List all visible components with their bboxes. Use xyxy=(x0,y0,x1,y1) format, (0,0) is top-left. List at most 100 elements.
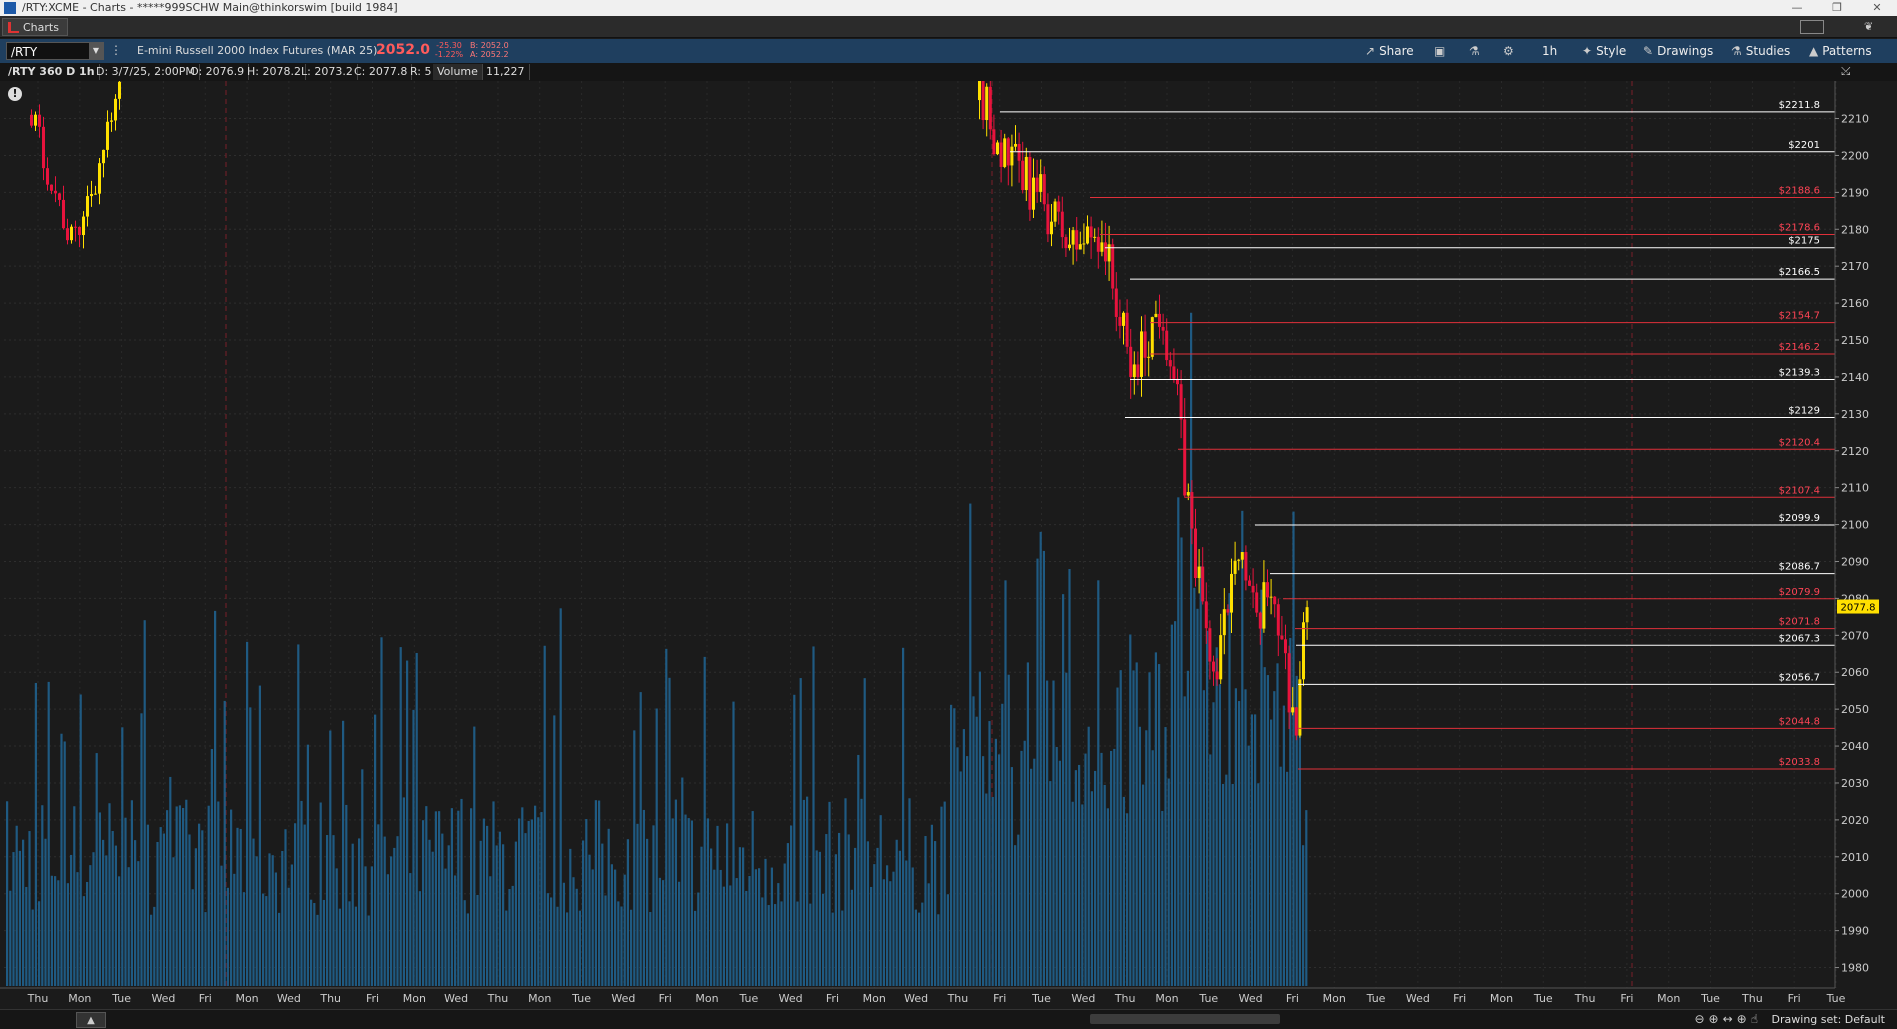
candle-body xyxy=(1183,419,1187,496)
volume-bar xyxy=(1266,675,1269,986)
candle-body xyxy=(1208,628,1212,662)
volume-bar xyxy=(246,641,249,986)
volume-bar xyxy=(889,881,892,986)
volume-bar xyxy=(406,660,409,986)
volume-bar xyxy=(1020,750,1023,986)
share-label: Share xyxy=(1379,44,1414,58)
volume-label[interactable]: Volume xyxy=(433,64,483,80)
volume-bar xyxy=(1206,630,1209,986)
volume-bar xyxy=(674,799,677,986)
style-icon: ✦ xyxy=(1582,44,1593,58)
volume-bar xyxy=(729,885,732,986)
volume-bar xyxy=(1234,688,1237,986)
candle-body xyxy=(42,126,45,169)
volume-bar xyxy=(521,807,524,986)
candle-body xyxy=(1305,607,1309,623)
volume-bar xyxy=(658,877,661,986)
collapse-icon[interactable]: ⤩ xyxy=(1841,64,1851,79)
time-tick-label: Mon xyxy=(1490,992,1513,1005)
volume-bar xyxy=(338,908,341,986)
volume-bar xyxy=(105,855,108,986)
volume-bar xyxy=(434,811,437,986)
volume-bar xyxy=(415,652,418,986)
link-icon[interactable]: ⋮ xyxy=(110,43,122,57)
candle-body xyxy=(1064,237,1068,249)
candle-body xyxy=(1024,156,1028,191)
price-chart[interactable]: $2211.8 $2201 $2188.6 $2178.6 $2175 $2166.5 $2… xyxy=(0,81,1897,1029)
time-tick-label: Fri xyxy=(1286,992,1299,1005)
restore-icon[interactable]: ❐ xyxy=(1817,0,1857,16)
volume-bar xyxy=(918,912,921,986)
timeframe-button[interactable]: 1h xyxy=(1542,42,1557,60)
volume-bar xyxy=(127,867,130,986)
drawings-button[interactable]: ✎ Drawings xyxy=(1643,42,1713,60)
time-tick-label: Mon xyxy=(863,992,886,1005)
volume-bar xyxy=(1193,587,1196,986)
time-tick-label: Fri xyxy=(1788,992,1801,1005)
volume-bar xyxy=(217,801,220,986)
volume-bar xyxy=(1068,569,1071,986)
volume-bar xyxy=(559,608,562,986)
volume-bar xyxy=(790,825,793,986)
candle-body xyxy=(1204,601,1208,629)
studies-button[interactable]: ⚗ Studies xyxy=(1731,42,1790,60)
volume-bar xyxy=(866,841,869,986)
zoom-controls[interactable]: ⊖⊕↔⊕☝ xyxy=(1694,1012,1762,1026)
candle-body xyxy=(1230,573,1233,613)
minimize-icon[interactable]: — xyxy=(1777,0,1817,16)
volume-bar xyxy=(249,707,252,986)
candle-body xyxy=(70,226,73,241)
volume-bar xyxy=(761,897,764,986)
symbol-input[interactable]: /RTY ▼ xyxy=(6,42,104,60)
volume-bar xyxy=(1036,558,1039,986)
chevron-down-icon[interactable]: ▼ xyxy=(89,43,103,59)
volume-bar xyxy=(649,912,652,986)
volume-bar xyxy=(76,872,79,986)
volume-bar xyxy=(1228,593,1231,986)
horizontal-scrollbar[interactable] xyxy=(1090,1014,1280,1024)
volume-bar xyxy=(287,887,290,986)
candle-body xyxy=(1258,612,1262,629)
snapshot-button[interactable]: ▣ xyxy=(1434,42,1449,60)
volume-bar xyxy=(454,875,457,986)
share-button[interactable]: ↗ Share xyxy=(1365,42,1414,60)
volume-bar xyxy=(210,749,213,986)
volume-bar xyxy=(50,875,53,986)
volume-bar xyxy=(786,843,789,986)
tab-bar: Charts ❦ xyxy=(0,16,1897,38)
volume-bar xyxy=(834,854,837,986)
time-tick-label: Tue xyxy=(738,992,758,1005)
volume-bar xyxy=(825,834,828,986)
volume-bar xyxy=(1270,719,1273,986)
flask-button[interactable]: ⚗ xyxy=(1469,42,1484,60)
settings-button[interactable]: ⚙ xyxy=(1503,42,1518,60)
alert-icon[interactable]: ! xyxy=(8,87,22,101)
volume-bar xyxy=(290,864,293,986)
layout-icon[interactable] xyxy=(1800,20,1824,34)
style-button[interactable]: ✦ Style xyxy=(1582,42,1626,60)
volume-bar xyxy=(153,906,156,986)
candle-body xyxy=(1100,242,1104,252)
volume-bar xyxy=(1212,702,1215,986)
volume-bar xyxy=(841,910,844,986)
volume-bar xyxy=(335,868,338,986)
expand-up-icon[interactable]: ▲ xyxy=(76,1012,106,1028)
close-icon[interactable]: ✕ xyxy=(1857,0,1897,16)
pin-icon[interactable]: ❦ xyxy=(1864,20,1873,34)
volume-bar xyxy=(902,647,905,986)
candle-body xyxy=(1096,236,1100,252)
volume-bar xyxy=(1225,774,1228,986)
patterns-button[interactable]: ▲ Patterns xyxy=(1809,42,1872,60)
volume-bar xyxy=(364,866,367,986)
volume-bar xyxy=(1273,691,1276,986)
tab-charts[interactable]: Charts xyxy=(2,18,68,36)
price-level-label: $2146.2 xyxy=(1779,342,1820,353)
candle-body xyxy=(1053,201,1057,222)
volume-bar xyxy=(626,839,629,986)
drawing-set-label[interactable]: Drawing set: Default xyxy=(1772,1013,1885,1026)
price-level-label: $2033.8 xyxy=(1779,757,1820,768)
time-tick-label: Mon xyxy=(528,992,551,1005)
candle-body xyxy=(1010,146,1014,166)
volume-bar xyxy=(1247,745,1250,986)
volume-bar xyxy=(927,883,930,986)
